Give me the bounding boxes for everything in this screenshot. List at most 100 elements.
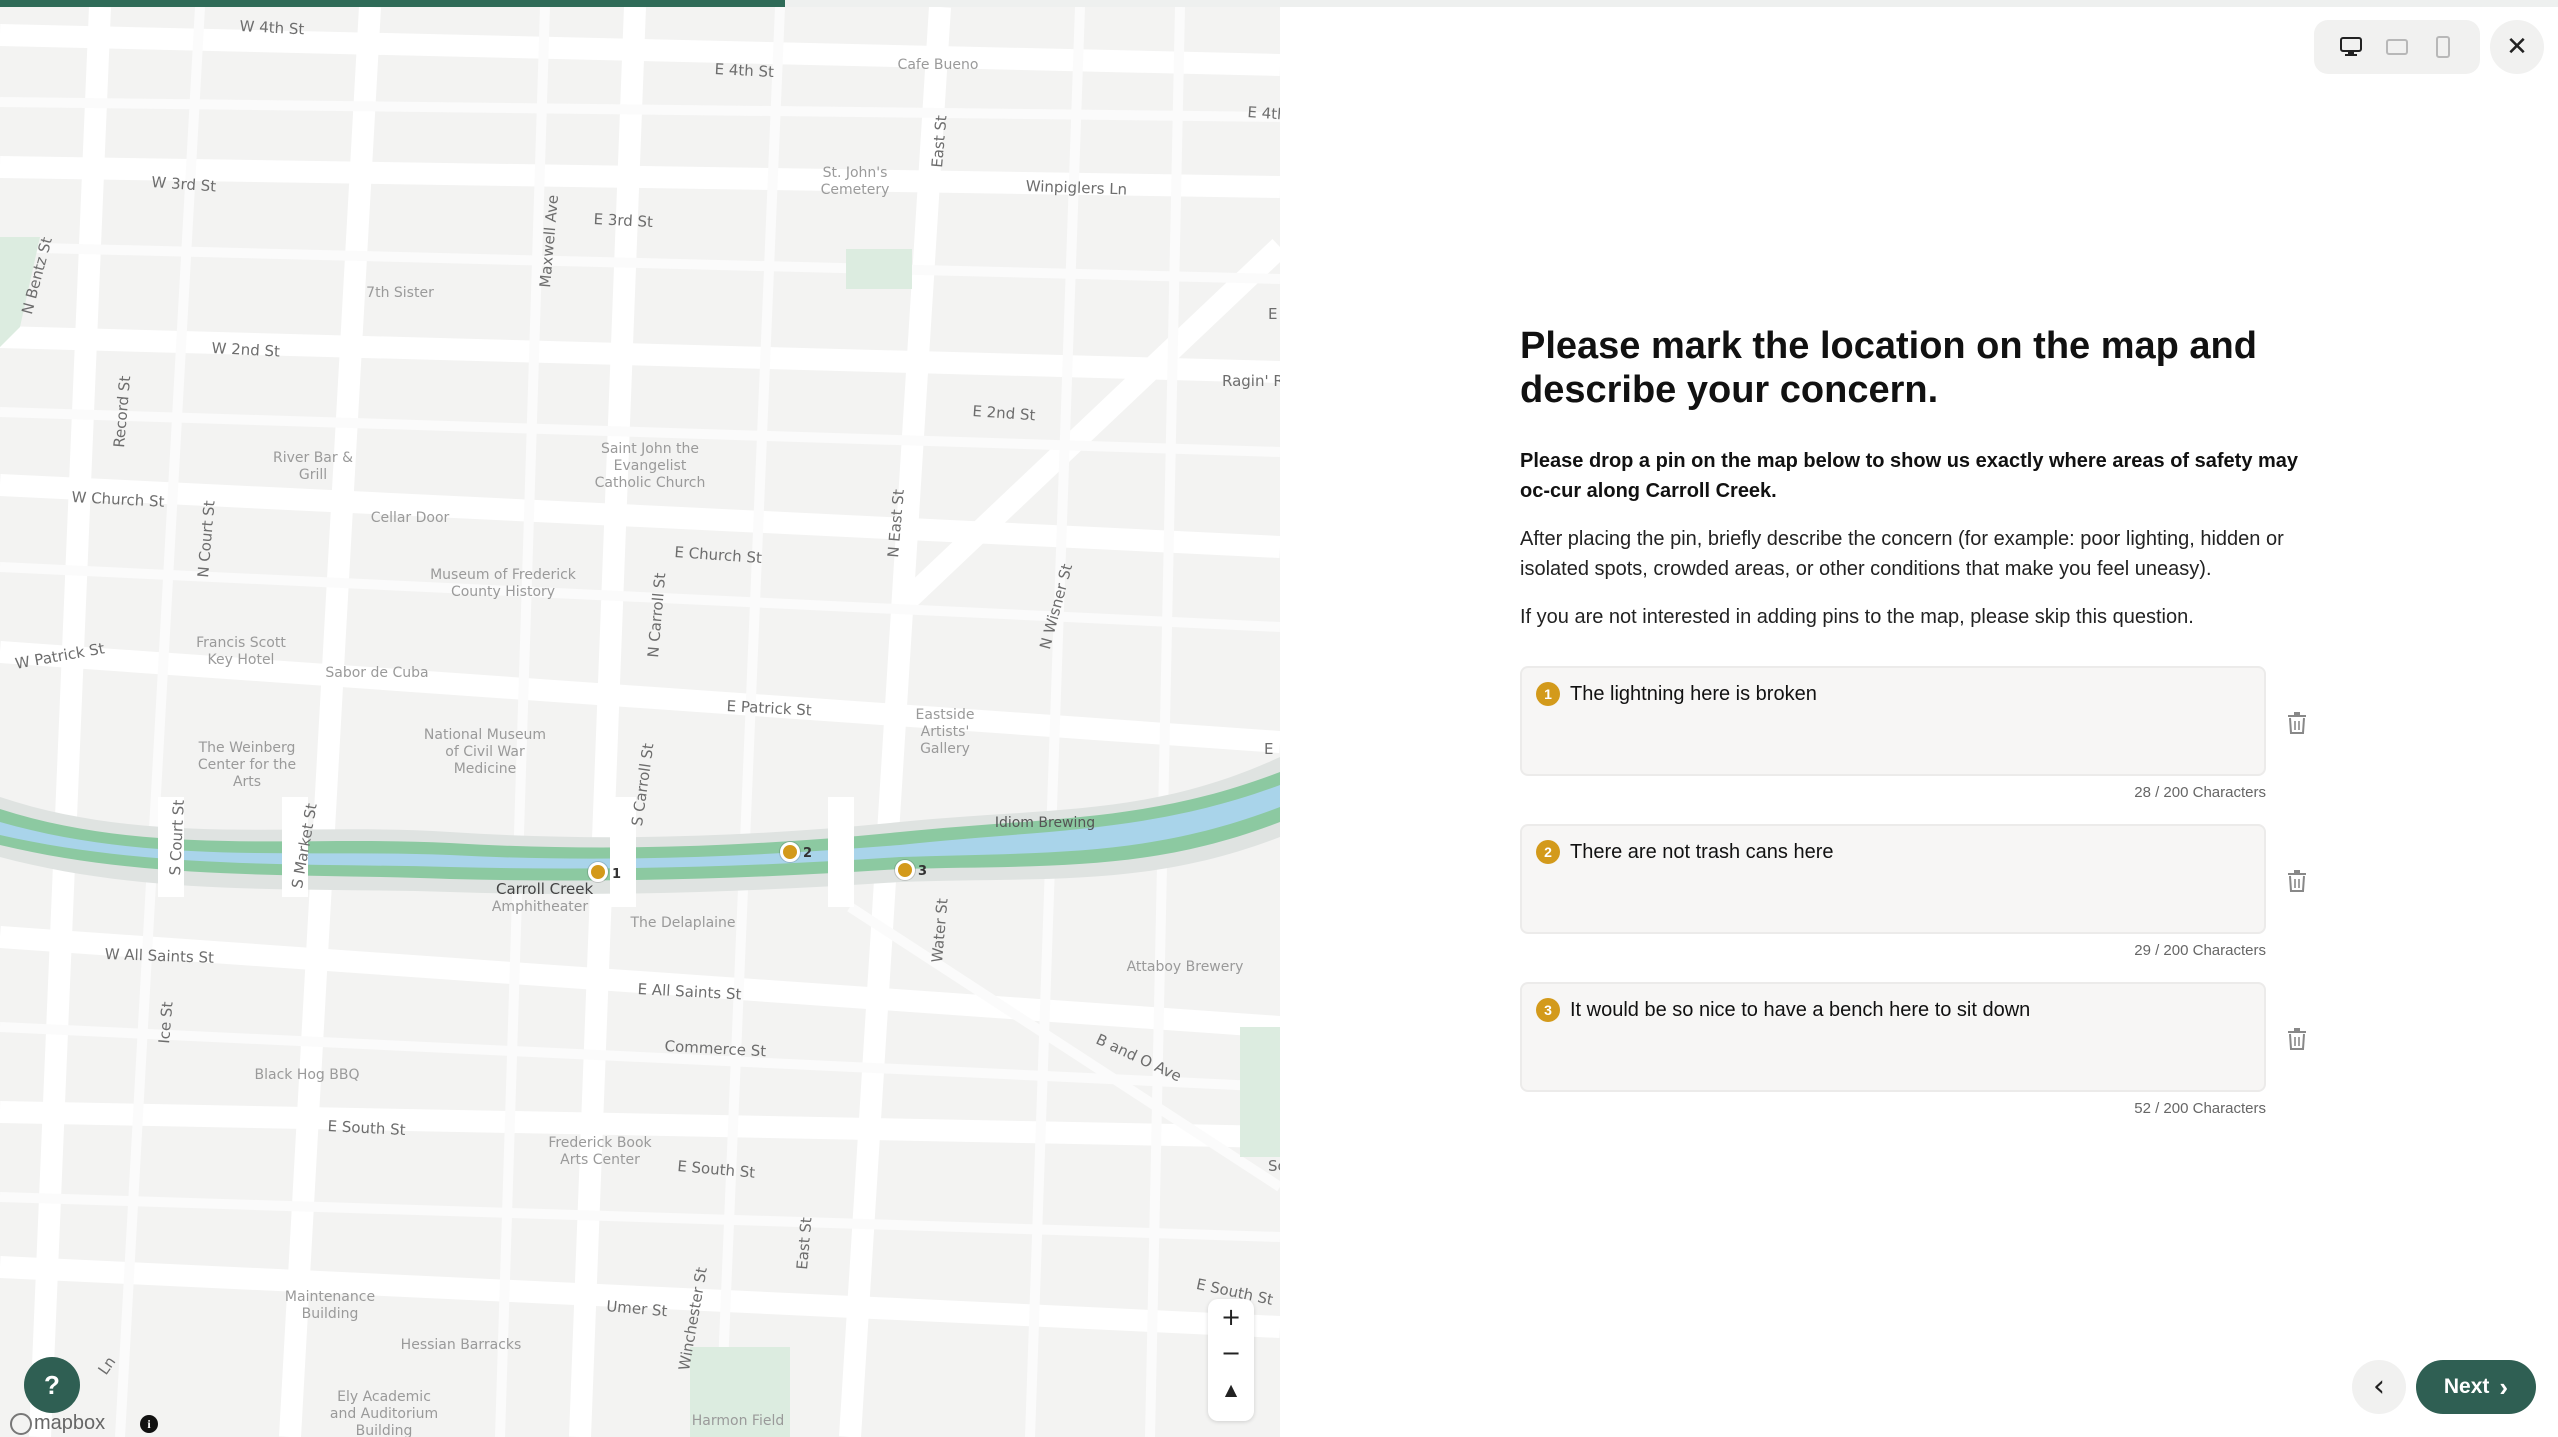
map-pin-3[interactable] [895,860,915,880]
map-pin-1-number: 1 [612,867,622,882]
street-label-ice: Ice St [155,1000,177,1045]
chevron-right-icon: › [2499,1372,2509,1402]
tablet-preview-button[interactable] [2382,32,2412,62]
street-label-w3rd: W 3rd St [150,173,217,196]
tablet-icon [2386,39,2408,55]
character-count: 29 / 200 Characters [2134,942,2266,959]
pin-comment-field[interactable]: 3 It would be so nice to have a bench he… [1520,982,2266,1092]
chevron-left-icon: ‹ [2373,1369,2385,1404]
pin-entry-3: 3 It would be so nice to have a bench he… [1520,982,2266,1117]
street-label-e4th2: E 4th [1246,103,1280,124]
poi-label-elyacademic: Ely Academic and Auditorium Building [329,1389,439,1437]
question-description: After placing the pin, briefly describe … [1520,528,2284,580]
progress-bar [0,0,2558,7]
street-label-scourt: S Court St [166,799,188,876]
poi-label-blackhog: Black Hog BBQ [254,1067,360,1083]
poi-label-riverbar: River Bar & Grill [272,450,354,483]
street-label-winpiglers: Winpiglers Ln [1025,177,1128,199]
poi-label-weinberg: The Weinberg Center for the Arts [197,740,297,790]
mapbox-logo-icon [10,1412,32,1435]
next-button[interactable]: Next › [2416,1360,2536,1414]
pin-entry-1: 1 The lightning here is broken 28 / 200 … [1520,666,2266,801]
close-button[interactable]: ✕ [2490,20,2544,74]
poi-label-museum: Museum of Frederick County History [430,567,576,600]
street-label-e4th: E 4th St [714,60,775,82]
street-label-raginred: Ragin' Re [1222,372,1280,390]
back-button[interactable]: ‹ [2352,1360,2406,1414]
poi-label-stjohns: St. John's Cemetery [820,165,890,198]
desktop-preview-button[interactable] [2336,32,2366,62]
map-pin-1[interactable] [588,862,608,882]
pin-number-badge: 3 [1536,998,1560,1022]
street-label-ee: E [1268,305,1278,323]
question-content: Please mark the location on the map and … [1520,324,2320,632]
mapbox-logo[interactable]: mapbox [10,1412,105,1435]
street-label-ee2: E [1264,740,1274,758]
zoom-out-button[interactable]: − [1208,1335,1254,1371]
pin-comment-text[interactable]: It would be so nice to have a bench here… [1570,998,2030,1022]
street-label-w4th: W 4th St [239,17,305,39]
poi-label-sabor: Sabor de Cuba [325,665,429,681]
character-count: 52 / 200 Characters [2134,1100,2266,1117]
poi-label-idiom: Idiom Brewing [994,815,1096,831]
map-pin-3-number: 3 [918,864,928,879]
poi-label-cellardoor: Cellar Door [370,510,450,526]
mapbox-attribution: mapbox [34,1412,106,1434]
compass-icon[interactable]: ▲ [1208,1371,1254,1407]
question-title: Please mark the location on the map and … [1520,325,2257,411]
zoom-in-button[interactable]: + [1208,1299,1254,1335]
map-canvas[interactable]: W 4th St E 4th St E 4th W 3rd St E 3rd St Win… [0,7,1280,1437]
map-pin-2[interactable] [780,842,800,862]
question-intro: Please drop a pin on the map below to sh… [1520,450,2299,502]
pin-comment-field[interactable]: 2 There are not trash cans here [1520,824,2266,934]
desktop-icon [2340,37,2362,56]
pin-entry-2: 2 There are not trash cans here 29 / 200… [1520,824,2266,959]
poi-label-hessian: Hessian Barracks [400,1337,522,1353]
street-label-e3rd: E 3rd St [593,210,654,232]
pin-number-badge: 2 [1536,840,1560,864]
device-preview-switcher [2314,20,2480,74]
pin-comment-text[interactable]: The lightning here is broken [1570,682,1817,706]
street-label-eastst: East St [928,114,951,169]
pin-comment-field[interactable]: 1 The lightning here is broken [1520,666,2266,776]
poi-label-maintenance: Maintenance Building [284,1289,376,1322]
poi-label-civilwar: National Museum of Civil War Medicine [423,727,547,777]
pin-number-badge: 1 [1536,682,1560,706]
delete-pin-3-button[interactable] [2280,1022,2314,1056]
map-zoom-controls: + − ▲ [1208,1299,1254,1421]
question-skip-note: If you are not interested in adding pins… [1520,606,2194,628]
street-label-w2nd: W 2nd St [211,339,281,361]
street-label-eastst2: East St [793,1216,816,1271]
street-label-wallsaints: W All Saints St [104,945,215,967]
progress-bar-fill [0,0,786,7]
poi-label-cafebueno: Cafe Bueno [897,57,979,73]
map-pin-2-number: 2 [803,846,813,861]
poi-label-francisscott: Francis Scott Key Hotel [196,635,286,668]
poi-label-stjohnchurch: Saint John the Evangelist Catholic Churc… [594,441,706,491]
street-label-e2nd: E 2nd St [971,402,1036,425]
delete-pin-2-button[interactable] [2280,864,2314,898]
poi-label-frederickbook: Frederick Book Arts Center [548,1135,652,1168]
poi-label-attaboy: Attaboy Brewery [1126,959,1244,975]
survey-page: W 4th St E 4th St E 4th W 3rd St E 3rd St Win… [0,0,2558,1437]
poi-label-delaplaine: The Delaplaine [630,915,736,931]
pin-comment-text[interactable]: There are not trash cans here [1570,840,1833,864]
trash-icon [2288,870,2306,892]
trash-icon [2288,712,2306,734]
poi-label-7thsister: 7th Sister [366,285,434,301]
info-icon[interactable]: i [140,1415,158,1433]
trash-icon [2288,1028,2306,1050]
poi-label-eastside: Eastside Artists' Gallery [915,707,975,757]
poi-label-amphitheater: Amphitheater [491,899,589,915]
street-label-epatrick: E Patrick St [726,697,813,720]
mobile-preview-button[interactable] [2428,32,2458,62]
creek-label: Carroll Creek [496,880,594,898]
mobile-icon [2436,36,2450,58]
next-label: Next [2443,1375,2490,1398]
delete-pin-1-button[interactable] [2280,706,2314,740]
poi-label-harmonfield: Harmon Field [691,1413,785,1429]
character-count: 28 / 200 Characters [2134,784,2266,801]
street-label-sc: Sc [1268,1157,1280,1175]
street-label-esouth: E South St [327,1117,407,1140]
help-button[interactable]: ? [24,1357,80,1413]
